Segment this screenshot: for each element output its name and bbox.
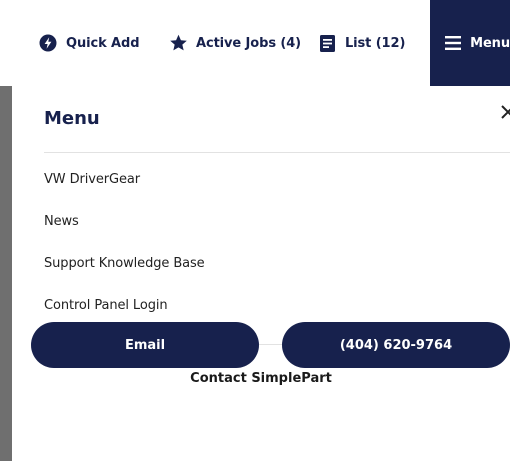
active-jobs-label: Active Jobs (4) [196, 35, 302, 51]
menu-link-support-knowledge-base[interactable]: Support Knowledge Base [44, 256, 205, 271]
close-icon[interactable] [500, 104, 510, 120]
page-background-edge [0, 86, 12, 461]
menu-link-control-panel-login[interactable]: Control Panel Login [44, 298, 168, 313]
bolt-circle-icon [38, 33, 58, 53]
divider [44, 152, 510, 153]
menu-label: Menu [470, 35, 510, 51]
hamburger-icon [444, 33, 462, 53]
list-label: List (12) [345, 35, 406, 51]
list-button[interactable]: List (12) [317, 0, 405, 86]
quick-add-label: Quick Add [66, 35, 140, 51]
phone-button[interactable]: (404) 620-9764 [282, 322, 510, 368]
top-toolbar: Quick Add Active Jobs (4) List (12) Menu [0, 0, 510, 86]
list-document-icon [317, 33, 337, 53]
menu-panel: Menu VW DriverGear News Support Knowledg… [12, 86, 510, 461]
quick-add-button[interactable]: Quick Add [38, 0, 140, 86]
contact-heading: Contact SimplePart [190, 371, 332, 386]
active-jobs-button[interactable]: Active Jobs (4) [168, 0, 301, 86]
menu-link-vw-drivergear[interactable]: VW DriverGear [44, 172, 140, 187]
menu-panel-title: Menu [44, 108, 100, 129]
email-button[interactable]: Email [31, 322, 259, 368]
menu-button[interactable]: Menu [430, 0, 510, 86]
menu-link-news[interactable]: News [44, 214, 79, 229]
star-icon [168, 33, 188, 53]
